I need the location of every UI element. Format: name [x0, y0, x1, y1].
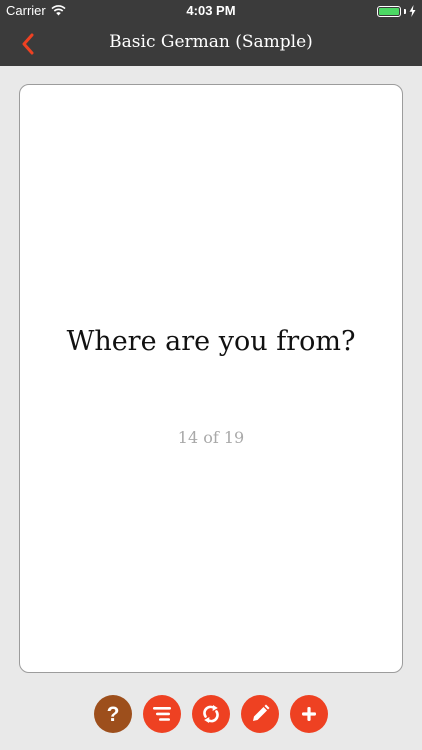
edit-icon — [253, 704, 270, 721]
status-time: 4:03 PM — [186, 3, 236, 18]
battery-fill — [379, 7, 399, 15]
navigation-bar: Basic German (Sample) — [0, 22, 422, 66]
flip-icon — [203, 705, 219, 723]
charging-bolt-icon — [409, 5, 416, 17]
add-card-button[interactable] — [290, 695, 328, 733]
back-button[interactable] — [14, 30, 42, 58]
status-bar: Carrier 4:03 PM — [0, 0, 422, 22]
help-icon: ? — [106, 702, 120, 726]
flashcard[interactable]: Where are you from? 14 of 19 — [19, 84, 403, 673]
bottom-toolbar: ? — [0, 695, 422, 733]
card-question: Where are you from? — [66, 326, 356, 357]
battery-indicator — [377, 5, 416, 17]
sort-icon — [153, 707, 171, 721]
help-button[interactable]: ? — [94, 695, 132, 733]
deck-title: Basic German (Sample) — [109, 32, 313, 52]
sort-button[interactable] — [143, 695, 181, 733]
top-bar: Carrier 4:03 PM Basic German (Sample) — [0, 0, 422, 66]
flip-card-button[interactable] — [192, 695, 230, 733]
chevron-left-icon — [22, 33, 34, 55]
edit-card-button[interactable] — [241, 695, 279, 733]
battery-icon — [377, 5, 401, 17]
card-counter: 14 of 19 — [177, 428, 245, 447]
add-icon — [302, 707, 316, 721]
battery-cap — [404, 8, 406, 14]
